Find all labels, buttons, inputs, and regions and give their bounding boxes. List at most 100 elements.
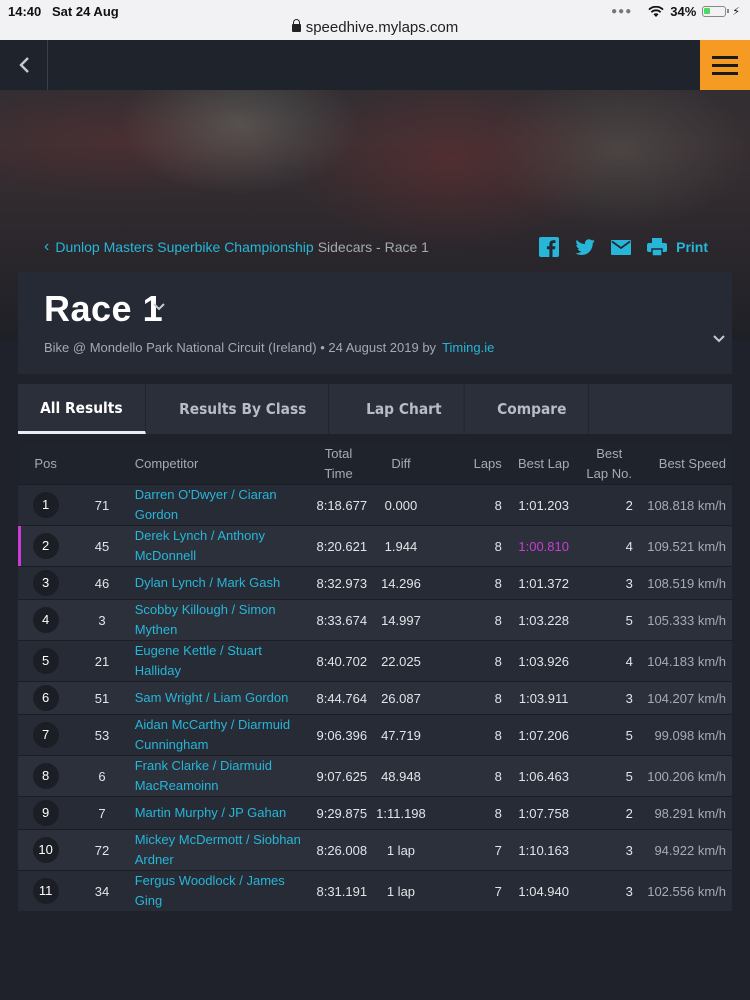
twitter-icon[interactable]	[574, 236, 596, 258]
table-row[interactable]: 7 53 Aidan McCarthy / Diarmuid Cunningham 9:…	[18, 714, 732, 756]
tab-results-by-class[interactable]: Results By Class	[157, 384, 330, 434]
table-row[interactable]: 8 6 Frank Clarke / Diarmuid MacReamoinn 9:07…	[18, 755, 732, 797]
cell-competitor[interactable]: Darren O'Dwyer / Ciaran Gordon	[130, 484, 306, 526]
competitor-name-line2[interactable]: McDonnell	[135, 548, 196, 563]
table-row[interactable]: 5 21 Eugene Kettle / Stuart Halliday 8:40.70…	[18, 640, 732, 682]
cell-best-speed: 104.207 km/h	[636, 681, 732, 715]
competitor-name-line2[interactable]: Cunningham	[135, 737, 209, 752]
competitor-name-line1[interactable]: Eugene Kettle / Stuart	[135, 643, 262, 658]
back-button[interactable]	[0, 40, 48, 90]
competitor-name-line1[interactable]: Dylan Lynch / Mark Gash	[135, 575, 280, 590]
cell-competitor[interactable]: Eugene Kettle / Stuart Halliday	[130, 640, 306, 682]
cell-competitor[interactable]: Fergus Woodlock / James Ging	[130, 870, 306, 911]
cell-competitor[interactable]: Derek Lynch / Anthony McDonnell	[130, 525, 306, 567]
cell-competitor[interactable]: Martin Murphy / JP Gahan	[130, 796, 306, 830]
position-badge: 3	[32, 570, 59, 596]
competitor-name-line1[interactable]: Sam Wright / Liam Gordon	[135, 690, 289, 705]
competitor-name-line1[interactable]: Scobby Killough / Simon	[135, 602, 276, 617]
competitor-name-line2[interactable]: MacReamoinn	[135, 778, 219, 793]
table-row[interactable]: 4 3 Scobby Killough / Simon Mythen 8:33.674 1…	[18, 599, 732, 641]
cell-competitor[interactable]: Mickey McDermott / Siobhan Ardner	[130, 829, 306, 871]
address-bar[interactable]: speedhive.mylaps.com	[0, 19, 750, 36]
competitor-name-line1[interactable]: Darren O'Dwyer / Ciaran	[135, 487, 277, 502]
facebook-icon[interactable]	[538, 236, 560, 258]
cell-competitor[interactable]: Dylan Lynch / Mark Gash	[130, 566, 306, 600]
competitor-name-line1[interactable]: Aidan McCarthy / Diarmuid	[135, 717, 290, 732]
tab-all-results[interactable]: All Results	[18, 384, 146, 434]
email-icon[interactable]	[610, 236, 632, 258]
cell-best-speed: 105.333 km/h	[636, 599, 732, 641]
position-badge: 1	[32, 492, 59, 518]
table-row[interactable]: 3 46 Dylan Lynch / Mark Gash 8:32.973 14.296…	[18, 566, 732, 600]
cell-best-lap-no: 3	[581, 829, 637, 871]
cell-best-lap-no: 4	[581, 640, 637, 682]
cell-pos: 9	[18, 796, 74, 830]
competitor-name-line2[interactable]: Ging	[135, 893, 162, 908]
cell-best-lap-no: 5	[581, 714, 637, 756]
tab-lap-chart[interactable]: Lap Chart	[344, 384, 465, 434]
status-date: Sat 24 Aug	[52, 4, 119, 19]
competitor-name-line2[interactable]: Gordon	[135, 507, 178, 522]
hamburger-menu-button[interactable]	[700, 40, 750, 90]
competitor-name-line1[interactable]: Mickey McDermott / Siobhan	[135, 832, 301, 847]
table-row[interactable]: 9 7 Martin Murphy / JP Gahan 9:29.875 1:11.1…	[18, 796, 732, 830]
menu-icon	[712, 55, 738, 59]
cell-diff: 14.296	[371, 566, 431, 600]
cell-best-lap: 1:10.163	[505, 829, 582, 871]
print-link[interactable]: Print	[676, 239, 708, 255]
cell-best-speed: 108.519 km/h	[636, 566, 732, 600]
cell-total-time: 8:20.621	[305, 525, 372, 567]
results-tabs: All Results Results By Class Lap Chart C…	[18, 384, 732, 434]
competitor-name-line1[interactable]: Fergus Woodlock / James	[135, 873, 285, 888]
column-header-best-speed[interactable]: Best Speed	[636, 444, 732, 485]
cell-laps: 8	[430, 796, 506, 830]
table-row[interactable]: 1 71 Darren O'Dwyer / Ciaran Gordon 8:18.677…	[18, 484, 732, 526]
cell-total-time: 8:18.677	[305, 484, 372, 526]
cell-total-time: 9:29.875	[305, 796, 372, 830]
column-header-total-time[interactable]: Total Time	[305, 444, 372, 485]
position-badge: 5	[32, 648, 59, 674]
cell-best-lap: 1:03.926	[505, 640, 582, 682]
cell-number: 45	[73, 525, 131, 567]
organizer-link[interactable]: Timing.ie	[442, 340, 494, 355]
competitor-name-line1[interactable]: Derek Lynch / Anthony	[135, 528, 265, 543]
cell-number: 72	[73, 829, 131, 871]
competitor-name-line1[interactable]: Frank Clarke / Diarmuid	[135, 758, 272, 773]
cell-best-lap-no: 5	[581, 755, 637, 797]
tab-compare[interactable]: Compare	[475, 384, 590, 434]
table-row[interactable]: 6 51 Sam Wright / Liam Gordon 8:44.764 26.08…	[18, 681, 732, 715]
table-row[interactable]: 2 45 Derek Lynch / Anthony McDonnell 8:20.62…	[18, 525, 732, 567]
column-header-diff[interactable]: Diff	[371, 444, 431, 485]
lock-icon	[291, 19, 301, 32]
column-header-pos[interactable]: Pos	[18, 444, 74, 485]
cell-competitor[interactable]: Aidan McCarthy / Diarmuid Cunningham	[130, 714, 306, 756]
print-icon[interactable]	[646, 236, 668, 258]
cell-laps: 8	[430, 714, 506, 756]
chevron-down-icon[interactable]	[152, 302, 166, 312]
position-badge: 7	[32, 722, 59, 748]
position-badge: 11	[32, 878, 59, 904]
column-header-competitor[interactable]: Competitor	[130, 444, 306, 485]
table-row[interactable]: 11 34 Fergus Woodlock / James Ging 8:31.191 1…	[18, 870, 732, 911]
cell-competitor[interactable]: Sam Wright / Liam Gordon	[130, 681, 306, 715]
cell-best-speed: 104.183 km/h	[636, 640, 732, 682]
column-header-laps[interactable]: Laps	[430, 444, 506, 485]
cell-total-time: 8:31.191	[305, 870, 372, 911]
chevron-down-icon[interactable]	[712, 334, 726, 344]
cell-competitor[interactable]: Frank Clarke / Diarmuid MacReamoinn	[130, 755, 306, 797]
column-header-best-lap-no[interactable]: Best Lap No.	[581, 444, 637, 485]
results-table: Pos Competitor Total Time Diff Laps Best…	[18, 444, 732, 911]
column-header-best-lap[interactable]: Best Lap	[505, 444, 582, 485]
table-row[interactable]: 10 72 Mickey McDermott / Siobhan Ardner 8:26…	[18, 829, 732, 871]
competitor-name-line2[interactable]: Ardner	[135, 852, 174, 867]
cell-best-speed: 94.922 km/h	[636, 829, 732, 871]
competitor-name-line2[interactable]: Mythen	[135, 622, 178, 637]
cell-diff: 0.000	[371, 484, 431, 526]
race-details: Bike @ Mondello Park National Circuit (I…	[44, 340, 437, 355]
breadcrumb-event-link[interactable]: Dunlop Masters Superbike Championship	[55, 239, 313, 255]
competitor-name-line2[interactable]: Halliday	[135, 663, 181, 678]
cell-best-lap: 1:07.758	[505, 796, 582, 830]
cell-pos: 5	[18, 640, 74, 682]
competitor-name-line1[interactable]: Martin Murphy / JP Gahan	[135, 805, 287, 820]
cell-competitor[interactable]: Scobby Killough / Simon Mythen	[130, 599, 306, 641]
